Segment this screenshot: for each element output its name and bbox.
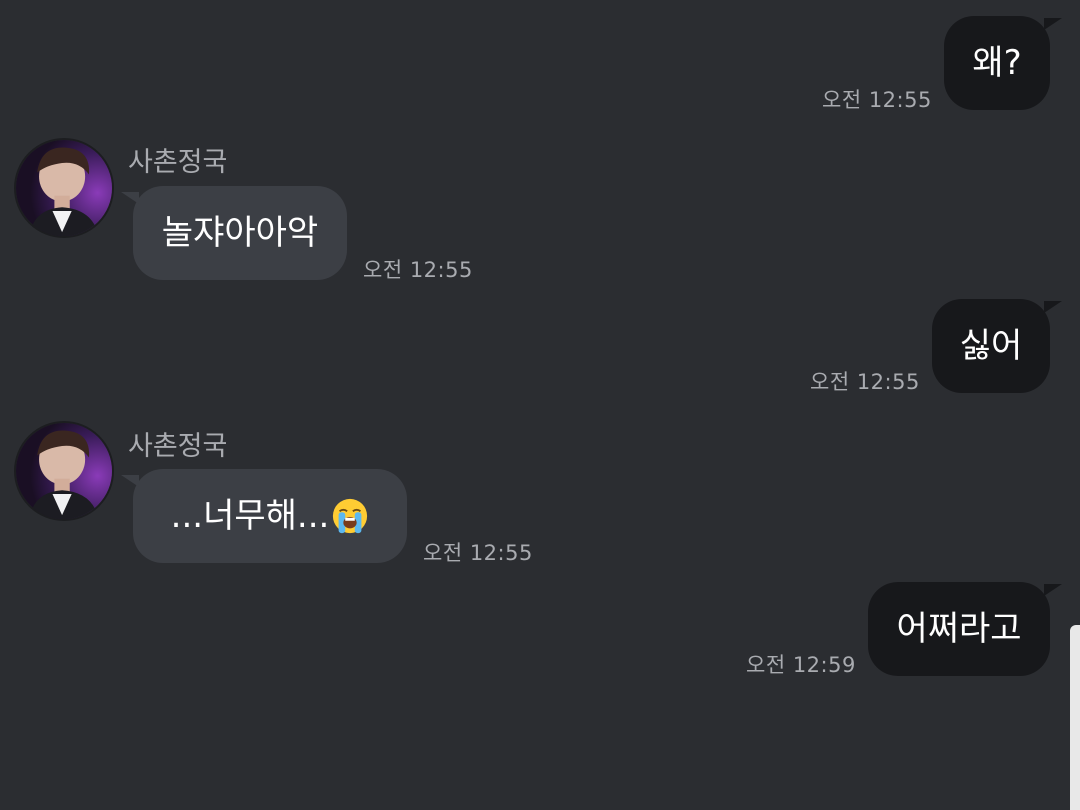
message-text: 싫어 xyxy=(959,326,1023,366)
message-timestamp: 오전 12:55 xyxy=(423,541,533,565)
message-text: 어쩌라고 xyxy=(896,609,1022,649)
sender-name: 사촌정국 xyxy=(128,431,228,462)
message-text: ...너무해... xyxy=(170,496,330,536)
profile-photo xyxy=(16,423,112,519)
message-text: 왜? xyxy=(972,43,1022,83)
bubble-tail xyxy=(1044,301,1062,313)
chat-view: 왜? 오전 12:55 사촌정국 놀쟈아아악 오전 12:55 싫어 오전 12… xyxy=(0,0,1080,810)
loudly-crying-face-icon xyxy=(333,498,368,534)
scrollbar[interactable] xyxy=(1070,625,1080,810)
message-timestamp: 오전 12:55 xyxy=(810,370,920,394)
avatar[interactable] xyxy=(14,138,114,238)
message-text: 놀쟈아아악 xyxy=(161,213,319,253)
bubble-tail xyxy=(1044,584,1062,596)
bubble-tail xyxy=(121,475,139,487)
outgoing-message-bubble[interactable]: 싫어 xyxy=(932,299,1050,393)
message-timestamp: 오전 12:55 xyxy=(363,258,473,282)
sender-name: 사촌정국 xyxy=(128,147,228,178)
incoming-message-bubble[interactable]: ...너무해... xyxy=(133,469,407,563)
bubble-tail xyxy=(1044,18,1062,30)
incoming-message-bubble[interactable]: 놀쟈아아악 xyxy=(133,186,347,280)
outgoing-message-bubble[interactable]: 어쩌라고 xyxy=(868,582,1050,676)
avatar[interactable] xyxy=(14,421,114,521)
profile-photo xyxy=(16,140,112,236)
bubble-tail xyxy=(121,192,139,204)
message-timestamp: 오전 12:55 xyxy=(822,88,932,112)
outgoing-message-bubble[interactable]: 왜? xyxy=(944,16,1050,110)
message-timestamp: 오전 12:59 xyxy=(746,653,856,677)
